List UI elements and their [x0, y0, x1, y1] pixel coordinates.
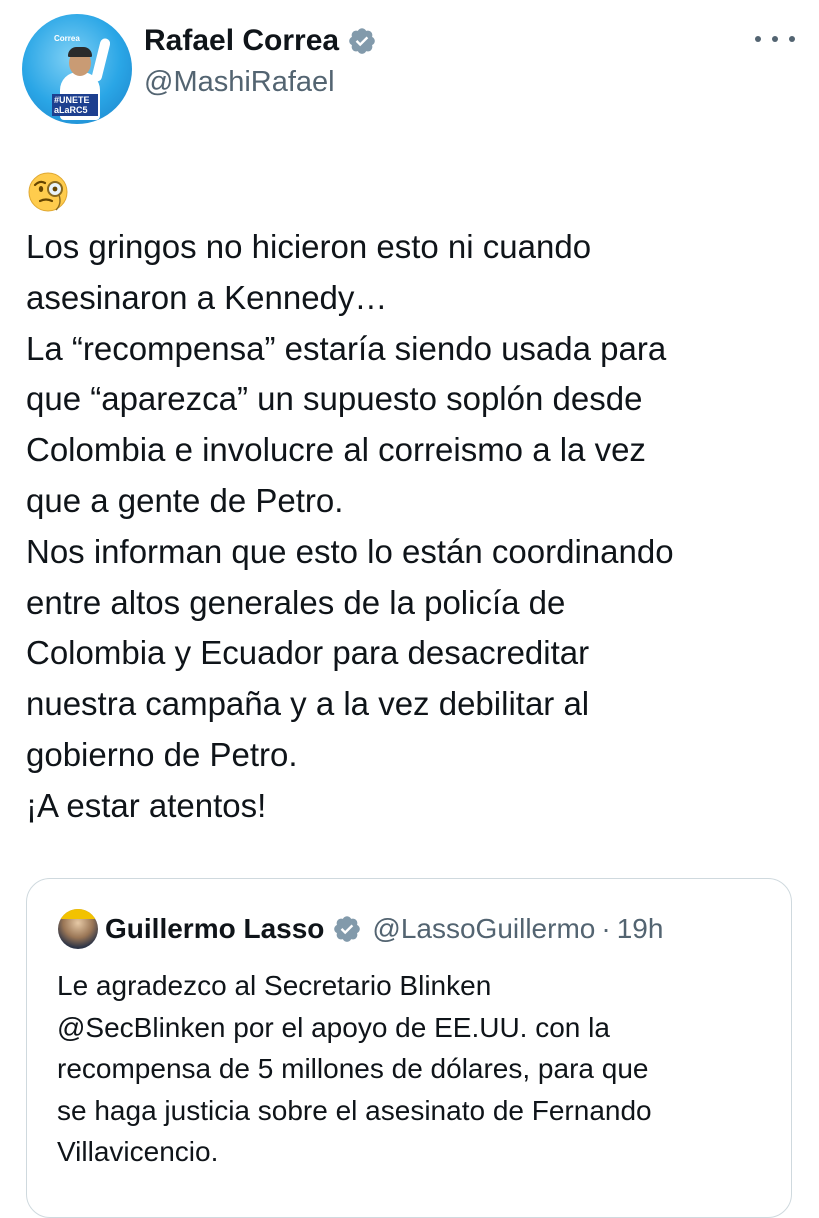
- more-options-icon[interactable]: [755, 24, 795, 54]
- avatar-logo: Correa: [54, 34, 80, 43]
- author-name[interactable]: Rafael Correa: [144, 24, 339, 58]
- more-dot: [772, 36, 778, 42]
- avatar-sash: [58, 909, 98, 919]
- avatar-figure-hair: [68, 47, 92, 57]
- separator-dot: ·: [601, 913, 611, 944]
- author-avatar[interactable]: Correa #UNETE aLaRC5: [22, 14, 132, 124]
- verified-badge-icon: [349, 28, 375, 54]
- quoted-tweet-text: Le agradezco al Secretario Blinken @SecB…: [57, 970, 652, 1167]
- quoted-header: Guillermo Lasso @LassoGuillermo · 19h: [105, 909, 663, 949]
- quoted-timestamp[interactable]: 19h: [617, 913, 664, 945]
- quoted-author-handle[interactable]: @LassoGuillermo: [372, 913, 595, 945]
- author-handle[interactable]: @MashiRafael: [144, 66, 335, 99]
- author-name-row: Rafael Correa: [144, 22, 377, 60]
- verified-badge-icon: [334, 916, 361, 942]
- more-dot: [789, 36, 795, 42]
- tweet-text: Los gringos no hicieron esto ni cuando a…: [26, 228, 674, 824]
- more-dot: [755, 36, 761, 42]
- quoted-author-name[interactable]: Guillermo Lasso: [105, 913, 324, 945]
- quoted-tweet[interactable]: Guillermo Lasso @LassoGuillermo · 19h Le…: [26, 878, 792, 1218]
- avatar-tag: #UNETE aLaRC5: [52, 94, 98, 116]
- monocle-face-emoji: [28, 172, 68, 212]
- quoted-author-avatar[interactable]: [58, 909, 98, 949]
